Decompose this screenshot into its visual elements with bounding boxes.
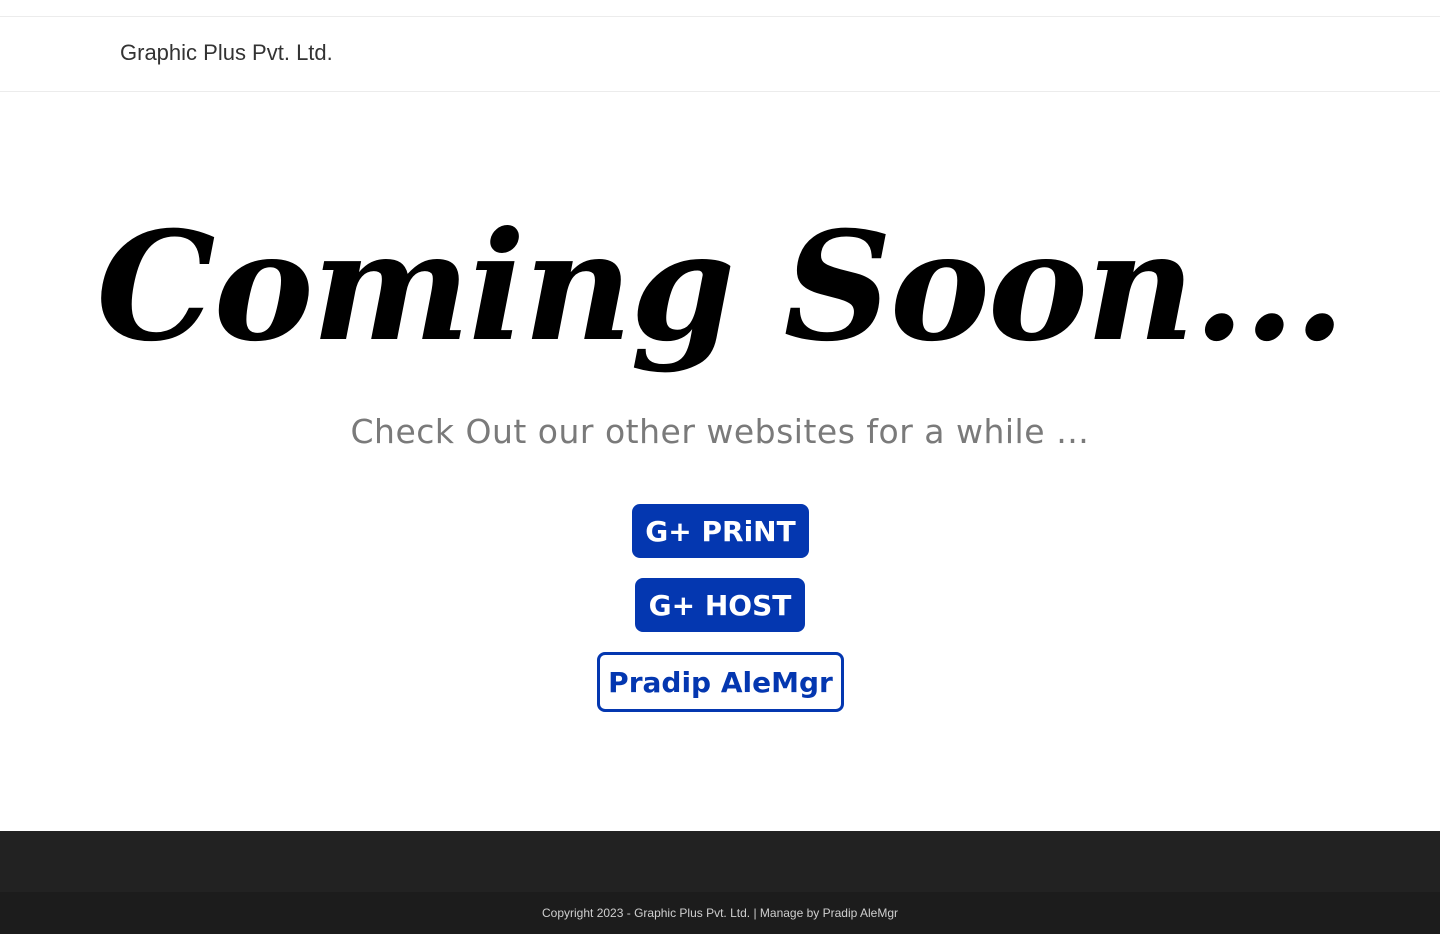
company-link[interactable]: Graphic Plus Pvt. Ltd. — [634, 906, 750, 920]
top-bar — [0, 0, 1440, 17]
site-header: Graphic Plus Pvt. Ltd. — [0, 17, 1440, 92]
hero-subtitle: Check Out our other websites for a while… — [350, 412, 1090, 451]
pradip-alemgr-button[interactable]: Pradip AleMgr — [597, 652, 844, 712]
copyright-prefix: Copyright 2023 - — [542, 906, 635, 920]
site-title-link[interactable]: Graphic Plus Pvt. Ltd. — [120, 40, 333, 66]
copyright-text: Copyright 2023 - Graphic Plus Pvt. Ltd. … — [0, 905, 1440, 921]
footer-widget-area — [0, 831, 1440, 892]
manager-link[interactable]: Pradip AleMgr — [823, 906, 898, 920]
coming-soon-heading: Coming Soon... — [96, 199, 1345, 375]
gplus-host-button[interactable]: G+ HOST — [635, 578, 805, 632]
footer-bottom-bar: Copyright 2023 - Graphic Plus Pvt. Ltd. … — [0, 892, 1440, 934]
main-content: Coming Soon... Check Out our other websi… — [0, 92, 1440, 831]
gplus-print-button[interactable]: G+ PRiNT — [632, 504, 809, 558]
manage-by-text: | Manage by — [750, 906, 823, 920]
